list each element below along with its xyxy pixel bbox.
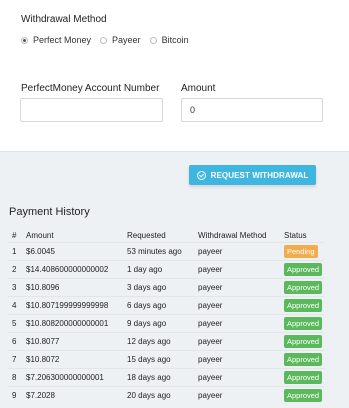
status-cell: Approved [280,278,324,297]
requested-cell: 3 days ago [123,278,194,297]
table-row: 5 $10.808200000000001 9 days ago payeer Appr… [8,314,324,333]
radio-checked-icon[interactable] [21,36,28,44]
table-row: 3 $10.8096 3 days ago payeer Approved [8,278,324,297]
method-cell: payeer [194,386,280,404]
status-cell: Approved [280,314,324,333]
amount-cell: $10.8096 [22,278,123,297]
status-badge: Approved [284,299,323,312]
method-cell: payeer [194,242,280,261]
table-row: 1 $6.0045 53 minutes ago payeer Pending [8,242,324,261]
amount-cell: $14.408600000000002 [22,260,123,279]
table-row: 4 $10.807199999999998 6 days ago payeer Appr… [8,296,324,315]
withdrawal-method-options: Perfect Money Payeer Bitcoin [21,34,198,46]
row-number: 4 [8,296,22,315]
requested-cell: 53 minutes ago [123,242,194,261]
amount-input[interactable]: 0 [181,98,323,122]
status-cell: Approved [280,350,324,369]
method-cell: payeer [194,350,280,369]
row-number: 2 [8,260,22,279]
check-circle-icon [196,170,206,180]
row-number: 8 [8,368,22,387]
withdrawal-method-label: Withdrawal Method [21,14,107,25]
status-badge: Approved [284,371,323,384]
row-number: 7 [8,350,22,369]
amount-cell: $10.8072 [22,350,123,369]
status-cell: Approved [280,260,324,279]
table-row: 7 $10.8072 15 days ago payeer Approved [8,350,324,369]
row-number: 1 [8,242,22,261]
status-badge: Pending [284,245,318,258]
column-header: Requested [127,230,166,240]
method-cell: payeer [194,368,280,387]
table-header-row: # Amount Requested Withdrawal Method Sta… [8,228,324,243]
status-badge: Approved [284,353,323,366]
amount-cell: $7.206300000000001 [22,368,123,387]
amount-cell: $10.807199999999998 [22,296,123,315]
amount-cell: $10.8077 [22,332,123,351]
table-row: 8 $7.206300000000001 18 days ago payeer Appr… [8,368,324,387]
requested-cell: 20 days ago [123,386,194,404]
requested-cell: 15 days ago [123,350,194,369]
status-cell: Approved [280,296,324,315]
radio-payeer[interactable]: Payeer [100,35,141,45]
row-number: 5 [8,314,22,333]
table-row: 2 $14.408600000000002 1 day ago payeer Appro… [8,260,324,279]
status-cell: Approved [280,368,324,387]
withdrawal-form: Withdrawal Method Perfect Money Payeer B… [0,0,349,151]
requested-cell: 18 days ago [123,368,194,387]
payment-history-table: # Amount Requested Withdrawal Method Sta… [8,228,324,404]
radio-label: Perfect Money [33,35,92,45]
radio-label: Payeer [112,35,141,45]
amount-label: Amount [181,83,216,94]
status-cell: Pending [280,242,324,261]
request-withdrawal-label: REQUEST WITHDRAWAL [210,170,309,180]
table-row: 6 $10.8077 12 days ago payeer Approved [8,332,324,351]
requested-cell: 12 days ago [123,332,194,351]
requested-cell: 6 days ago [123,296,194,315]
status-badge: Approved [284,263,323,276]
method-cell: payeer [194,296,280,315]
radio-bitcoin[interactable]: Bitcoin [149,35,189,45]
column-header: Withdrawal Method [198,230,267,240]
status-cell: Approved [280,386,324,404]
status-cell: Approved [280,332,324,351]
request-withdrawal-button[interactable]: REQUEST WITHDRAWAL [189,165,316,185]
section-divider [0,151,349,152]
column-header: # [12,230,17,240]
payment-history-title: Payment History [9,206,90,218]
radio-perfect-money[interactable]: Perfect Money [21,35,91,45]
status-badge: Approved [284,281,323,294]
requested-cell: 1 day ago [123,260,194,279]
table-row: 9 $7.2028 20 days ago payeer Approved [8,386,324,404]
row-number: 3 [8,278,22,297]
method-cell: payeer [194,332,280,351]
row-number: 9 [8,386,22,404]
radio-unchecked-icon[interactable] [149,36,157,44]
amount-cell: $6.0045 [22,242,123,261]
column-header: Amount [26,230,54,240]
method-cell: payeer [194,278,280,297]
method-cell: payeer [194,314,280,333]
account-number-label: PerfectMoney Account Number [21,83,160,94]
amount-cell: $7.2028 [22,386,123,404]
requested-cell: 9 days ago [123,314,194,333]
status-badge: Approved [284,389,323,402]
amount-cell: $10.808200000000001 [22,314,123,333]
column-header: Status [284,230,307,240]
account-number-input[interactable] [20,98,163,122]
radio-label: Bitcoin [161,35,189,45]
row-number: 6 [8,332,22,351]
radio-unchecked-icon[interactable] [100,36,108,44]
method-cell: payeer [194,260,280,279]
status-badge: Approved [284,335,323,348]
status-badge: Approved [284,317,323,330]
